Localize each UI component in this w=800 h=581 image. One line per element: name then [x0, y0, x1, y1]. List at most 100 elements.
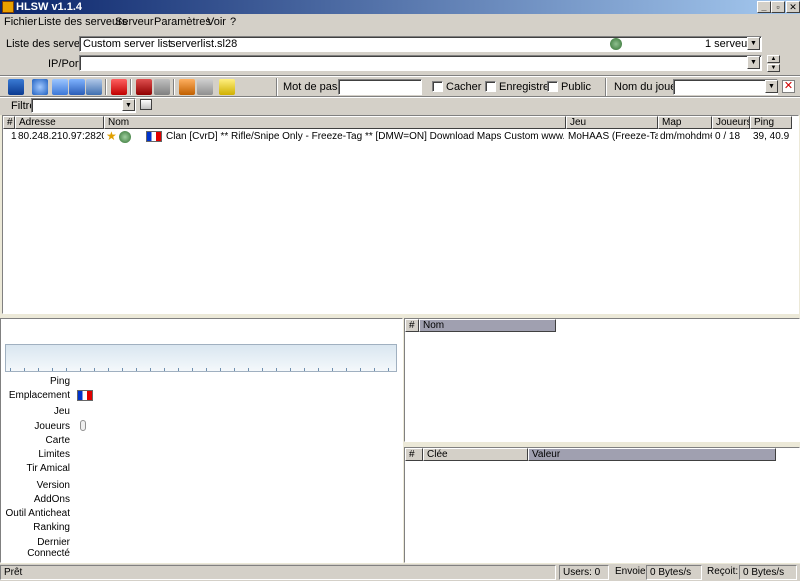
graph-tick — [192, 368, 193, 371]
info-label-ping: Ping — [49, 376, 70, 387]
graph-tick — [262, 368, 263, 371]
rules-col-num[interactable]: # — [405, 448, 423, 461]
refresh-icon[interactable] — [52, 79, 68, 95]
rules-col-key[interactable]: Clée — [423, 448, 528, 461]
server-list-name: Custom server list — [83, 38, 172, 50]
graph-tick — [66, 368, 67, 371]
filter-settings-icon[interactable] — [140, 99, 152, 110]
edit-icon[interactable] — [154, 79, 170, 95]
maximize-button[interactable]: ▫ — [771, 1, 785, 13]
row-players: 0 / 18 — [715, 131, 741, 142]
search-icon[interactable] — [32, 79, 48, 95]
info-label-limits: Limites — [38, 449, 70, 460]
spin-down-button[interactable]: ▼ — [767, 64, 780, 72]
players-col-name[interactable]: Nom — [419, 319, 556, 332]
status-recv-label: Reçoit: — [707, 566, 739, 577]
info-label-addons: AddOns — [33, 494, 70, 505]
spin-up-button[interactable]: ▲ — [767, 55, 780, 63]
graph-tick — [248, 368, 249, 371]
info-label-map: Carte — [45, 435, 70, 446]
filter-dropdown-button[interactable]: ▼ — [122, 99, 135, 111]
graph-tick — [290, 368, 291, 371]
graph-tick — [332, 368, 333, 371]
ipport-input[interactable] — [79, 55, 762, 71]
info-label-ranking: Ranking — [33, 522, 70, 533]
globe-icon — [610, 38, 622, 50]
table-row[interactable]: 1 80.248.210.97:28203 ★ Clan [CvrD] ** R… — [3, 116, 798, 144]
game-globe-icon — [119, 131, 131, 143]
public-checkbox[interactable] — [547, 81, 558, 92]
menu-settings[interactable]: Paramètres — [154, 16, 211, 28]
lan-icon[interactable] — [86, 79, 102, 95]
menu-server-list[interactable]: Liste des serveurs — [38, 16, 127, 28]
status-send-value: 0 Bytes/s — [646, 565, 702, 580]
server-list-table[interactable]: # Adresse Nom Jeu Map Joueurs Ping 1 80.… — [2, 115, 799, 314]
row-ping: 39, 40.9 — [753, 131, 790, 142]
info-label-friendly-fire: Tir Amical — [26, 463, 70, 474]
close-button[interactable]: ✕ — [786, 1, 800, 13]
public-label: Public — [561, 81, 591, 93]
graph-tick — [38, 368, 39, 371]
graph-tick — [206, 368, 207, 371]
clear-icon[interactable]: ✕ — [782, 80, 795, 93]
row-num: 1 — [11, 131, 17, 142]
connect-icon[interactable] — [8, 79, 24, 95]
graph-tick — [178, 368, 179, 371]
player-name-dropdown-button[interactable]: ▼ — [765, 80, 778, 93]
ping-graph — [5, 344, 397, 372]
status-text: Prêt — [0, 565, 556, 580]
app-icon — [2, 1, 14, 13]
server-list-dropdown-button[interactable]: ▼ — [747, 37, 760, 50]
ipport-dropdown-button[interactable]: ▼ — [747, 56, 760, 69]
graph-tick — [304, 368, 305, 371]
rules-pane[interactable]: # Clée Valeur — [404, 447, 800, 563]
graph-tick — [318, 368, 319, 371]
graph-tick — [346, 368, 347, 371]
help-icon[interactable] — [219, 79, 235, 95]
remove-icon[interactable] — [136, 79, 152, 95]
graph-tick — [10, 368, 11, 371]
player-name-input[interactable] — [673, 79, 778, 95]
menu-help[interactable]: ? — [230, 16, 236, 28]
row-game: MoHAAS (Freeze-Tag) — [568, 131, 658, 142]
password-input[interactable] — [338, 79, 422, 95]
players-col-num[interactable]: # — [405, 319, 419, 332]
info-label-players: Joueurs — [34, 421, 70, 432]
minimize-button[interactable]: _ — [757, 1, 771, 13]
graph-tick — [360, 368, 361, 371]
status-bar: Prêt Users: 0 Envoie: 0 Bytes/s Reçoit: … — [0, 564, 800, 581]
filter-select[interactable] — [31, 98, 136, 113]
server-list-file: serverlist.sl28 — [170, 38, 238, 50]
rules-col-value[interactable]: Valeur — [528, 448, 776, 461]
hide-checkbox[interactable] — [432, 81, 443, 92]
favorite-star-icon: ★ — [106, 129, 117, 143]
graph-tick — [52, 368, 53, 371]
graph-tick — [108, 368, 109, 371]
info-icon[interactable] — [69, 79, 85, 95]
hide-label: Cacher — [446, 81, 482, 93]
stop-icon[interactable] — [111, 79, 127, 95]
players-pane[interactable]: # Nom — [404, 318, 800, 442]
menu-view[interactable]: Voir — [207, 16, 226, 28]
title-bar[interactable]: HLSW v1.1.4 _ ▫ ✕ — [0, 0, 800, 14]
menu-server[interactable]: Serveur — [115, 16, 154, 28]
settings-icon[interactable] — [179, 79, 195, 95]
row-name: Clan [CvrD] ** Rifle/Snipe Only - Freeze… — [166, 131, 564, 142]
trash-icon[interactable] — [197, 79, 213, 95]
lock-icon — [80, 420, 86, 431]
graph-tick — [388, 368, 389, 371]
graph-tick — [164, 368, 165, 371]
window-title: HLSW v1.1.4 — [16, 1, 83, 13]
location-flag-icon — [77, 390, 93, 401]
menu-file[interactable]: Fichier — [4, 16, 37, 28]
graph-tick — [122, 368, 123, 371]
ipport-label: IP/Port — [48, 58, 82, 70]
info-label-last-connected: Dernier Connecté — [27, 537, 70, 559]
save-label: Enregistrer — [499, 81, 553, 93]
france-flag-icon — [146, 131, 162, 142]
server-list-select[interactable]: Custom server list serverlist.sl28 1 ser… — [79, 36, 762, 52]
graph-tick — [220, 368, 221, 371]
save-checkbox[interactable] — [485, 81, 496, 92]
info-label-game: Jeu — [53, 406, 70, 417]
status-users: Users: 0 — [559, 565, 609, 580]
